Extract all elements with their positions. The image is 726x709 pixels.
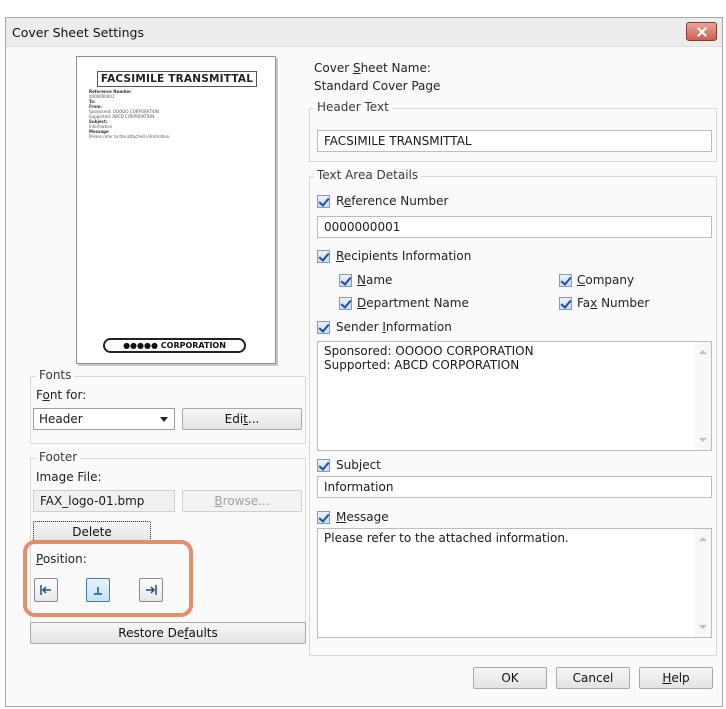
reference-number-label: Reference Number [336, 194, 449, 208]
fax-number-label: Fax Number [577, 296, 650, 310]
image-file-label: Image File: [36, 470, 102, 484]
preview-header: FACSIMILE TRANSMITTAL [97, 71, 257, 87]
reference-number-checkbox[interactable] [317, 195, 330, 208]
font-for-select[interactable]: Header [33, 408, 175, 430]
cover-sheet-preview: FACSIMILE TRANSMITTAL Reference Number 0… [76, 56, 276, 364]
cancel-button[interactable]: Cancel [556, 667, 630, 689]
scrollbar[interactable] [694, 529, 711, 637]
scroll-down-icon [699, 438, 707, 442]
department-name-checkbox[interactable] [339, 297, 352, 310]
scrollbar[interactable] [694, 342, 711, 450]
browse-button[interactable]: Browse... [182, 490, 302, 512]
scroll-up-icon [699, 350, 707, 354]
company-checkbox[interactable] [559, 274, 572, 287]
scroll-up-icon [699, 537, 707, 541]
recipients-information-checkbox[interactable] [317, 250, 330, 263]
subject-checkbox[interactable] [317, 459, 330, 472]
name-checkbox[interactable] [339, 274, 352, 287]
message-checkbox[interactable] [317, 511, 330, 524]
name-label: Name [357, 273, 393, 287]
footer-group-label: Footer [36, 450, 81, 464]
sender-information-textarea[interactable]: Sponsored: OOOOO CORPORATION Supported: … [317, 341, 712, 451]
header-text-field[interactable]: FACSIMILE TRANSMITTAL [317, 130, 712, 152]
image-file-field[interactable]: FAX_logo-01.bmp [33, 490, 175, 512]
message-label: Message [336, 510, 389, 524]
text-area-details-label: Text Area Details [314, 168, 422, 182]
cover-sheet-name-value: Standard Cover Page [314, 79, 441, 93]
scroll-down-icon [699, 625, 707, 629]
fonts-group-label: Fonts [36, 368, 75, 382]
recipients-information-label: Recipients Information [336, 249, 472, 263]
restore-defaults-button[interactable]: Restore Defaults [30, 622, 306, 644]
ok-button[interactable]: OK [473, 667, 547, 689]
subject-field[interactable]: Information [317, 476, 712, 498]
position-highlight [23, 540, 193, 617]
preview-logo: ●●●●● CORPORATION [103, 338, 246, 353]
close-button[interactable] [686, 22, 717, 41]
cover-sheet-name-label: Cover Sheet Name: [314, 61, 431, 75]
chevron-down-icon [160, 417, 168, 422]
message-text: Please refer to the attached information… [324, 531, 569, 545]
fax-number-checkbox[interactable] [559, 297, 572, 310]
title-bar: Cover Sheet Settings [6, 18, 722, 47]
company-label: Company [577, 273, 635, 287]
window-title: Cover Sheet Settings [12, 25, 144, 40]
edit-button[interactable]: Edit... [182, 408, 302, 430]
reference-number-field[interactable]: 0000000001 [317, 216, 712, 238]
message-textarea[interactable]: Please refer to the attached information… [317, 528, 712, 638]
sender-information-label: Sender Information [336, 320, 452, 334]
font-for-value: Header [39, 412, 83, 426]
subject-label: Subject [336, 458, 381, 472]
sender-information-checkbox[interactable] [317, 321, 330, 334]
sender-line: Supported: ABCD CORPORATION [324, 358, 520, 372]
help-button[interactable]: Help [639, 667, 713, 689]
header-text-group-label: Header Text [314, 100, 392, 114]
font-for-label: Font for: [36, 388, 87, 402]
preview-line: Please refer to the attached information… [89, 134, 171, 139]
department-name-label: Department Name [357, 296, 469, 310]
sender-line: Sponsored: OOOOO CORPORATION [324, 344, 534, 358]
